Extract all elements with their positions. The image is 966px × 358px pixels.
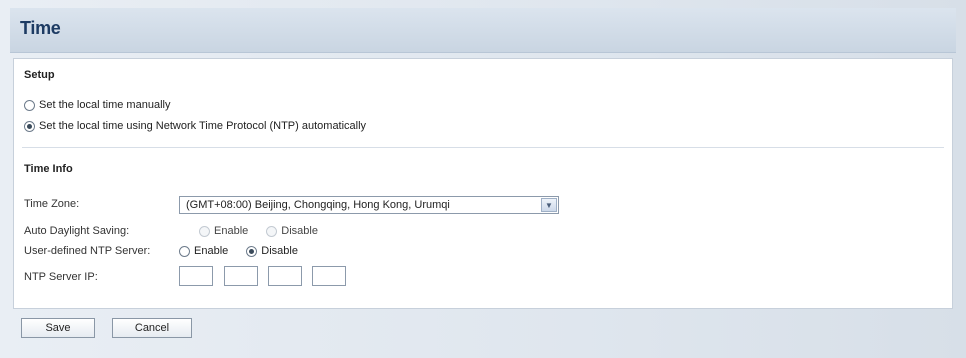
setup-option-ntp[interactable]: Set the local time using Network Time Pr… [24, 120, 366, 132]
radio-ntp-disable[interactable] [246, 245, 258, 257]
ntp-ip-octet-4[interactable] [312, 266, 346, 286]
user-ntp-options: Enable Disable [179, 245, 298, 257]
setup-option-ntp-label: Set the local time using Network Time Pr… [39, 120, 367, 132]
ntp-enable-label: Enable [194, 245, 229, 257]
auto-dst-label: Auto Daylight Saving: [24, 225, 130, 237]
dst-disable-label: Disable [281, 225, 318, 237]
title-bar: Time [10, 8, 956, 53]
dst-enable-label: Enable [214, 225, 249, 237]
time-zone-label: Time Zone: [24, 198, 80, 210]
radio-dst-enable[interactable] [199, 225, 210, 237]
radio-ntp[interactable] [24, 120, 35, 132]
ntp-ip-octet-1[interactable] [179, 266, 213, 286]
cancel-button[interactable]: Cancel [112, 318, 192, 338]
time-settings-page: Time Setup Set the local time manually S… [0, 0, 966, 358]
ntp-ip-label: NTP Server IP: [24, 271, 98, 283]
settings-panel: Setup Set the local time manually Set th… [13, 58, 953, 309]
setup-option-manual-label: Set the local time manually [39, 99, 171, 111]
setup-heading: Setup [24, 69, 55, 81]
time-zone-select[interactable]: (GMT+08:00) Beijing, Chongqing, Hong Kon… [179, 196, 559, 214]
radio-manual[interactable] [24, 99, 35, 111]
ntp-ip-octet-3[interactable] [268, 266, 302, 286]
setup-option-manual[interactable]: Set the local time manually [24, 99, 170, 111]
save-button[interactable]: Save [21, 318, 95, 338]
chevron-down-icon[interactable]: ▼ [541, 198, 557, 212]
time-info-heading: Time Info [24, 163, 73, 175]
ntp-disable-label: Disable [261, 245, 298, 257]
auto-dst-options: Enable Disable [179, 225, 318, 237]
ntp-ip-octet-2[interactable] [224, 266, 258, 286]
user-ntp-label: User-defined NTP Server: [24, 245, 151, 257]
page-title: Time [20, 18, 61, 38]
time-zone-value: (GMT+08:00) Beijing, Chongqing, Hong Kon… [186, 199, 450, 211]
radio-ntp-enable[interactable] [179, 245, 190, 257]
section-divider [22, 147, 944, 148]
radio-dst-disable[interactable] [266, 225, 278, 237]
